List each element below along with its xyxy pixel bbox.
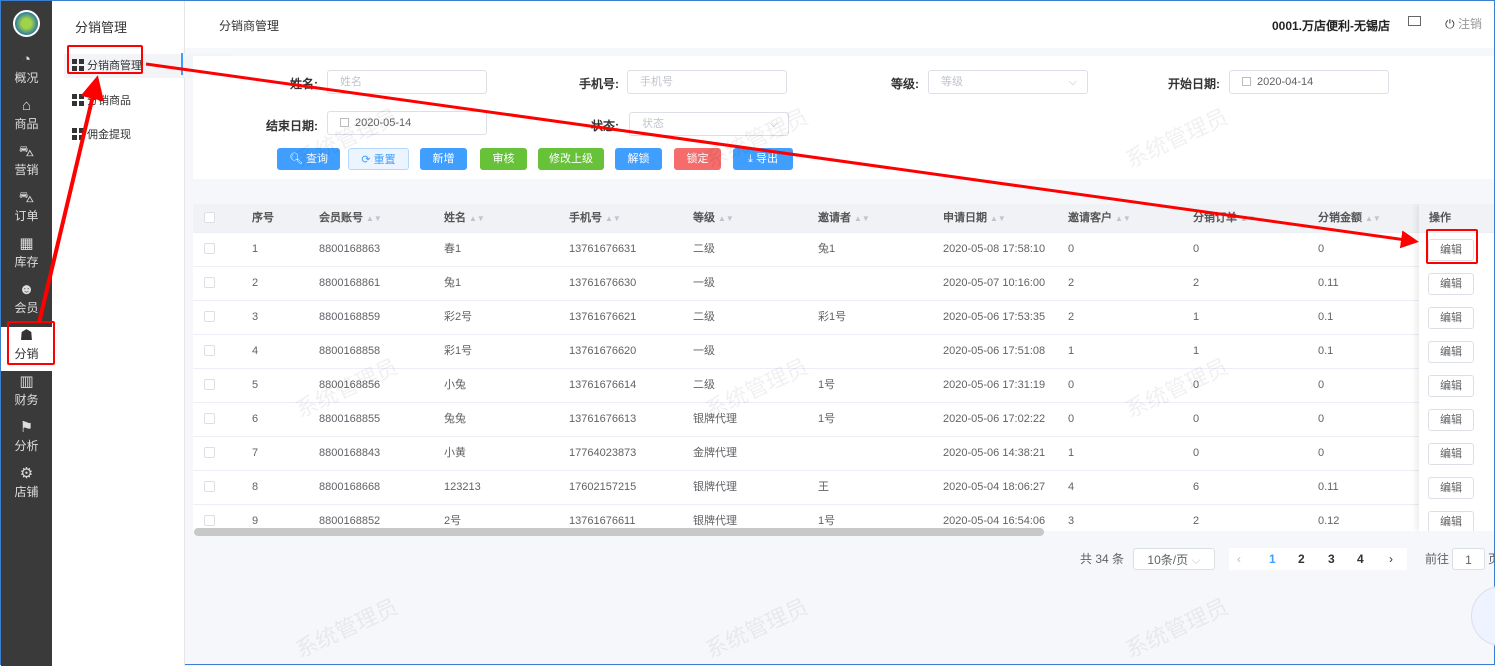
arrow-sidebar-to-submenu xyxy=(37,75,104,324)
arrow-submenu-to-edit xyxy=(145,62,1419,249)
annotation-arrows xyxy=(37,62,1419,324)
